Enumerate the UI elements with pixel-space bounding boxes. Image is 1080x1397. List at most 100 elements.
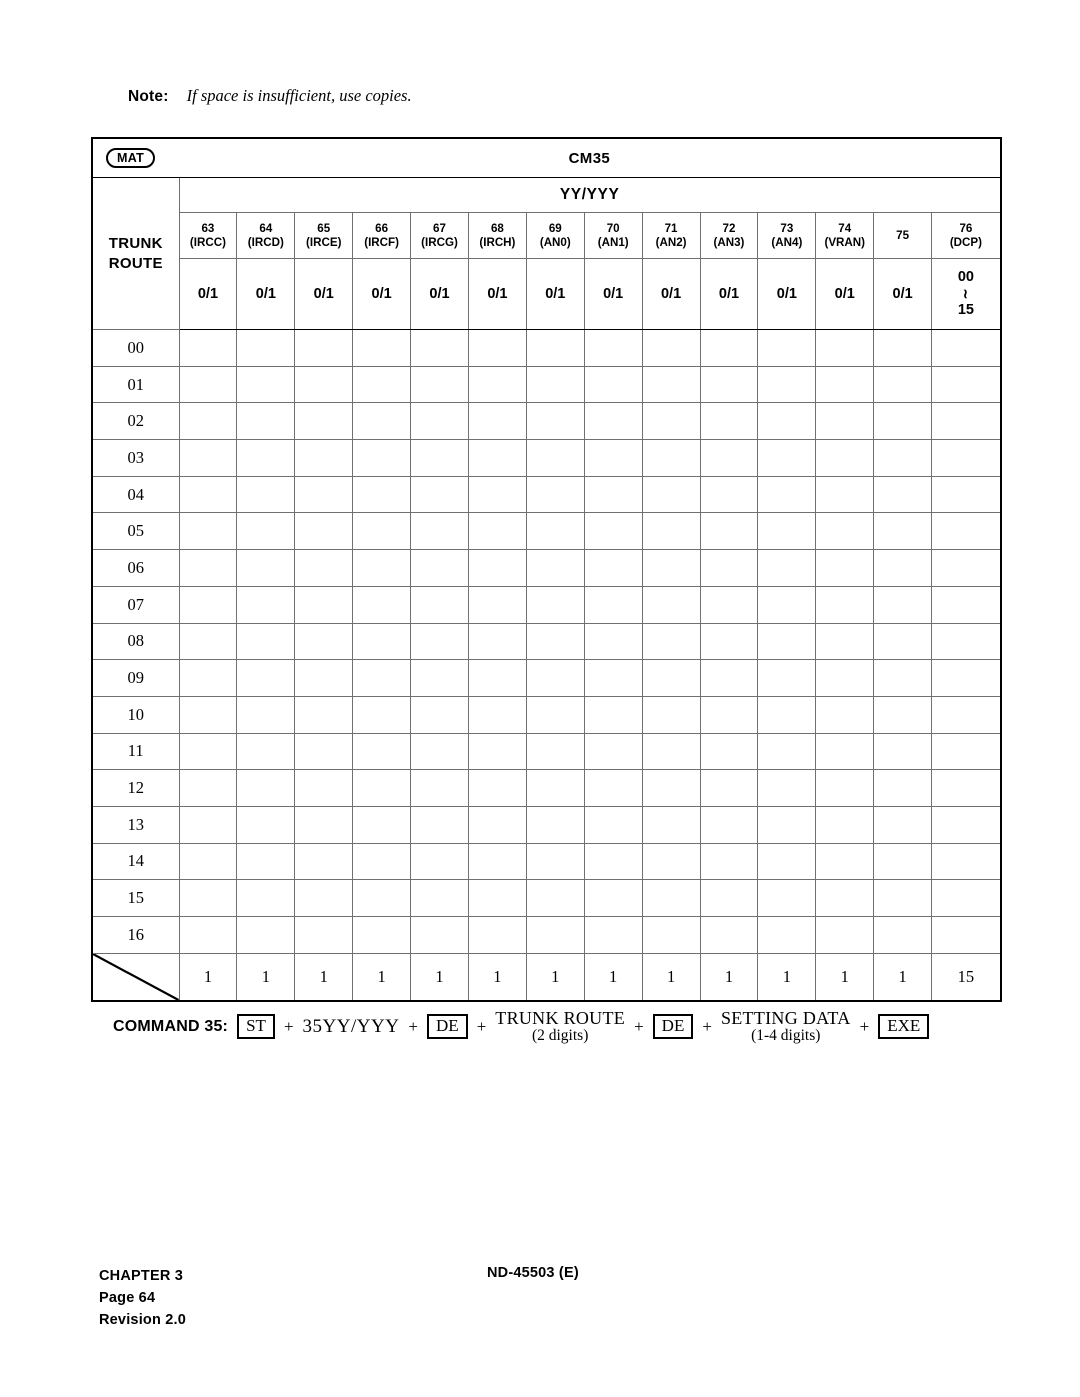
entry-cell[interactable]: [931, 439, 1002, 477]
entry-cell[interactable]: [873, 329, 933, 367]
entry-cell[interactable]: [641, 439, 701, 477]
entry-cell[interactable]: [931, 916, 1002, 954]
entry-cell[interactable]: [641, 329, 701, 367]
entry-cell[interactable]: [178, 732, 238, 771]
entry-cell[interactable]: [236, 622, 296, 661]
entry-cell[interactable]: [236, 439, 296, 477]
entry-cell[interactable]: [410, 439, 469, 477]
entry-cell[interactable]: [410, 805, 469, 844]
entry-cell[interactable]: [178, 365, 238, 404]
entry-cell[interactable]: [178, 916, 238, 954]
entry-cell[interactable]: [410, 329, 469, 367]
entry-cell[interactable]: [873, 475, 933, 514]
entry-cell[interactable]: [873, 842, 933, 881]
entry-cell[interactable]: [583, 475, 643, 514]
entry-cell[interactable]: [757, 439, 817, 477]
entry-cell[interactable]: [525, 769, 585, 807]
entry-cell[interactable]: [815, 475, 875, 514]
entry-cell[interactable]: [815, 805, 875, 844]
entry-cell[interactable]: [583, 805, 643, 844]
entry-cell[interactable]: [815, 329, 875, 367]
entry-cell[interactable]: [467, 402, 527, 441]
entry-cell[interactable]: [352, 512, 412, 551]
entry-cell[interactable]: [757, 842, 817, 881]
entry-cell[interactable]: [410, 402, 469, 441]
entry-cell[interactable]: [815, 842, 875, 881]
entry-cell[interactable]: [699, 402, 759, 441]
entry-cell[interactable]: [699, 732, 759, 771]
entry-cell[interactable]: [815, 769, 875, 807]
entry-cell[interactable]: [236, 329, 296, 367]
entry-cell[interactable]: [525, 916, 585, 954]
entry-cell[interactable]: [583, 365, 643, 404]
entry-cell[interactable]: [294, 769, 354, 807]
entry-cell[interactable]: [815, 365, 875, 404]
entry-cell[interactable]: [873, 769, 933, 807]
entry-cell[interactable]: [815, 512, 875, 551]
entry-cell[interactable]: [178, 585, 238, 624]
entry-cell[interactable]: [236, 916, 296, 954]
entry-cell[interactable]: [583, 439, 643, 477]
entry-cell[interactable]: [525, 512, 585, 551]
entry-cell[interactable]: [757, 512, 817, 551]
entry-cell[interactable]: [583, 916, 643, 954]
entry-cell[interactable]: [236, 659, 296, 697]
entry-cell[interactable]: [410, 585, 469, 624]
entry-cell[interactable]: [294, 916, 354, 954]
entry-cell[interactable]: [178, 475, 238, 514]
entry-cell[interactable]: [467, 622, 527, 661]
entry-cell[interactable]: [410, 769, 469, 807]
entry-cell[interactable]: [931, 769, 1002, 807]
entry-cell[interactable]: [583, 329, 643, 367]
entry-cell[interactable]: [757, 549, 817, 587]
entry-cell[interactable]: [294, 805, 354, 844]
entry-cell[interactable]: [931, 622, 1002, 661]
entry-cell[interactable]: [467, 732, 527, 771]
entry-cell[interactable]: [641, 549, 701, 587]
entry-cell[interactable]: [294, 732, 354, 771]
entry-cell[interactable]: [352, 622, 412, 661]
entry-cell[interactable]: [873, 585, 933, 624]
entry-cell[interactable]: [873, 365, 933, 404]
entry-cell[interactable]: [352, 549, 412, 587]
entry-cell[interactable]: [236, 585, 296, 624]
entry-cell[interactable]: [352, 329, 412, 367]
entry-cell[interactable]: [699, 842, 759, 881]
entry-cell[interactable]: [467, 842, 527, 881]
entry-cell[interactable]: [236, 475, 296, 514]
entry-cell[interactable]: [352, 805, 412, 844]
entry-cell[interactable]: [178, 769, 238, 807]
entry-cell[interactable]: [699, 916, 759, 954]
entry-cell[interactable]: [525, 329, 585, 367]
entry-cell[interactable]: [178, 402, 238, 441]
entry-cell[interactable]: [352, 695, 412, 734]
entry-cell[interactable]: [583, 402, 643, 441]
entry-cell[interactable]: [236, 732, 296, 771]
entry-cell[interactable]: [583, 769, 643, 807]
entry-cell[interactable]: [525, 879, 585, 917]
entry-cell[interactable]: [641, 475, 701, 514]
entry-cell[interactable]: [583, 549, 643, 587]
entry-cell[interactable]: [931, 475, 1002, 514]
entry-cell[interactable]: [699, 475, 759, 514]
entry-cell[interactable]: [294, 622, 354, 661]
entry-cell[interactable]: [410, 659, 469, 697]
entry-cell[interactable]: [467, 329, 527, 367]
entry-cell[interactable]: [873, 402, 933, 441]
entry-cell[interactable]: [467, 769, 527, 807]
entry-cell[interactable]: [815, 439, 875, 477]
entry-cell[interactable]: [467, 512, 527, 551]
entry-cell[interactable]: [352, 585, 412, 624]
entry-cell[interactable]: [178, 622, 238, 661]
entry-cell[interactable]: [352, 732, 412, 771]
entry-cell[interactable]: [873, 805, 933, 844]
entry-cell[interactable]: [467, 365, 527, 404]
entry-cell[interactable]: [178, 695, 238, 734]
entry-cell[interactable]: [525, 659, 585, 697]
entry-cell[interactable]: [525, 732, 585, 771]
entry-cell[interactable]: [467, 659, 527, 697]
entry-cell[interactable]: [236, 805, 296, 844]
entry-cell[interactable]: [873, 549, 933, 587]
entry-cell[interactable]: [757, 879, 817, 917]
entry-cell[interactable]: [931, 732, 1002, 771]
